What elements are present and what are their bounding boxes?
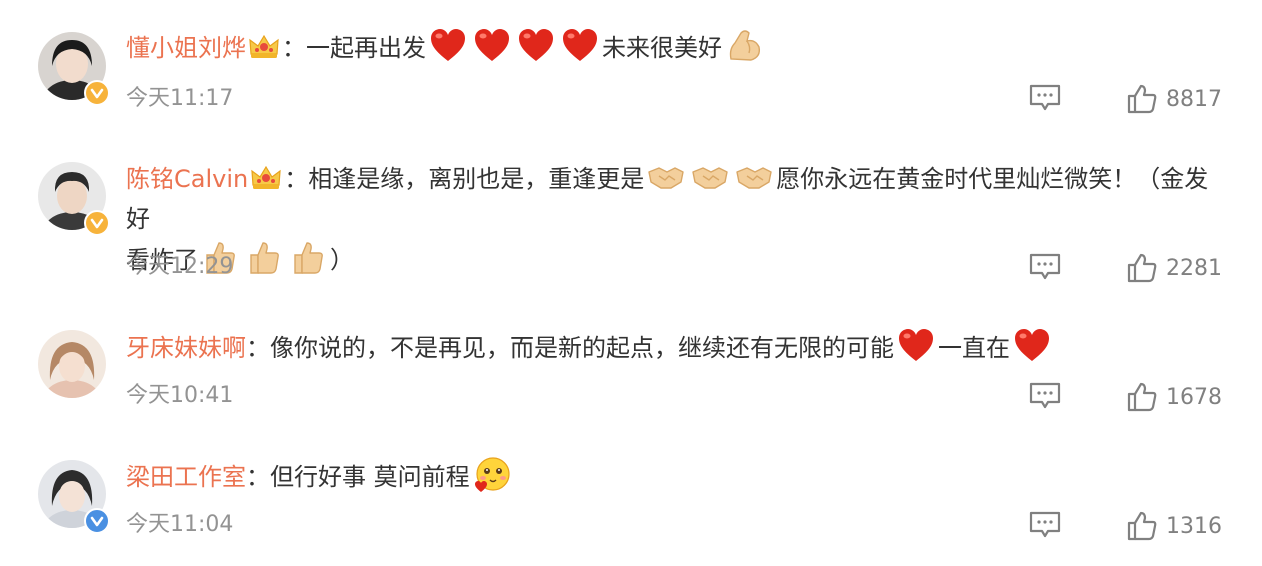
comment-icon — [1029, 382, 1061, 409]
crown-icon — [250, 163, 282, 191]
comment-icon — [1029, 84, 1061, 111]
comment-text: ：像你说的，不是再见，而是新的起点，继续还有无限的可能 — [246, 334, 894, 362]
like-count: 2281 — [1166, 255, 1222, 281]
comment-item: 牙床妹妹啊：像你说的，不是再见，而是新的起点，继续还有无限的可能 一直在 今天10… — [0, 300, 1262, 430]
heart-emoji-icon — [897, 327, 935, 365]
like-button[interactable]: 1678 — [1126, 381, 1222, 413]
reply-button[interactable] — [1028, 381, 1062, 411]
comment-text: 未来很美好 — [602, 34, 722, 62]
handshake-emoji-icon — [647, 158, 685, 196]
comment-time: 今天11:17 — [126, 86, 234, 111]
flexed-bicep-emoji-icon — [725, 27, 763, 65]
handshake-emoji-icon — [735, 158, 773, 196]
thumbs-up-icon — [1127, 382, 1157, 412]
like-button[interactable]: 1316 — [1126, 510, 1222, 542]
like-count: 1678 — [1166, 384, 1222, 410]
comment-item: 懂小姐刘烨 ：一起再出发 未来很美好 今天11:17 8817 — [0, 0, 1262, 140]
heart-emoji-icon — [1013, 327, 1051, 365]
thumbs-up-icon — [1127, 84, 1157, 114]
like-button[interactable]: 2281 — [1126, 252, 1222, 284]
comment-body: 懂小姐刘烨 ：一起再出发 未来很美好 — [126, 27, 1222, 68]
comment-icon — [1029, 511, 1061, 538]
comment-item: 陈铭Calvin ：相逢是缘，离别也是，重逢更是 愿你永远在黄金时代里灿烂微笑！（金… — [0, 140, 1262, 300]
reply-button[interactable] — [1028, 83, 1062, 113]
comment-icon — [1029, 253, 1061, 280]
comment-text: ：一起再出发 — [282, 34, 426, 62]
comment-text: ） — [330, 246, 354, 274]
username-link[interactable]: 牙床妹妹啊 — [126, 334, 246, 362]
thumbs-up-icon — [1127, 511, 1157, 541]
avatar[interactable] — [38, 32, 110, 106]
thumbs-up-emoji-icon — [289, 239, 327, 277]
comment-time: 今天11:04 — [126, 512, 234, 537]
like-count: 1316 — [1166, 513, 1222, 539]
avatar-image — [38, 330, 106, 398]
comment-body: 梁田工作室：但行好事 莫问前程 — [126, 456, 1222, 497]
heart-emoji-icon — [473, 27, 511, 65]
comment-item: 梁田工作室：但行好事 莫问前程 今天11:04 1316 — [0, 430, 1262, 566]
thumbs-up-emoji-icon — [245, 239, 283, 277]
comment-time: 今天10:41 — [126, 383, 234, 408]
handshake-emoji-icon — [691, 158, 729, 196]
comment-time: 今天12:29 — [126, 254, 234, 279]
reply-button[interactable] — [1028, 252, 1062, 282]
avatar[interactable] — [38, 162, 110, 236]
username-link[interactable]: 陈铭Calvin — [126, 165, 248, 193]
verified-badge-icon — [84, 80, 110, 106]
comment-text: ：但行好事 莫问前程 — [246, 463, 470, 491]
like-button[interactable]: 8817 — [1126, 83, 1222, 115]
username-link[interactable]: 梁田工作室 — [126, 463, 246, 491]
comment-text: ：相逢是缘，离别也是，重逢更是 — [284, 165, 645, 193]
avatar[interactable] — [38, 460, 110, 534]
reply-button[interactable] — [1028, 510, 1062, 540]
heart-emoji-icon — [429, 27, 467, 65]
comment-body: 牙床妹妹啊：像你说的，不是再见，而是新的起点，继续还有无限的可能 一直在 — [126, 327, 1222, 368]
crown-icon — [248, 32, 280, 60]
blushing-face-emoji-icon — [473, 456, 511, 494]
heart-emoji-icon — [561, 27, 599, 65]
avatar[interactable] — [38, 330, 106, 398]
thumbs-up-icon — [1127, 253, 1157, 283]
comment-text: 一直在 — [938, 334, 1010, 362]
like-count: 8817 — [1166, 86, 1222, 112]
verified-badge-icon — [84, 210, 110, 236]
username-link[interactable]: 懂小姐刘烨 — [126, 34, 246, 62]
verified-badge-icon — [84, 508, 110, 534]
heart-emoji-icon — [517, 27, 555, 65]
